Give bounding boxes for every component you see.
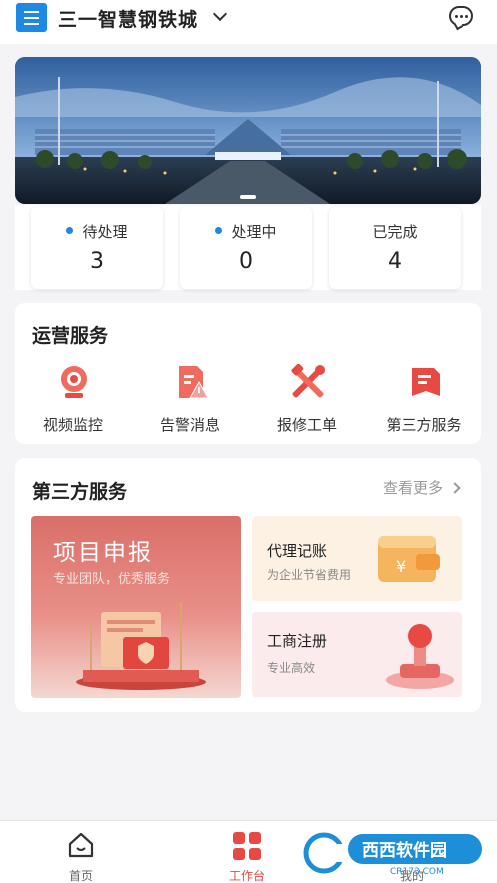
document-icon: [412, 368, 440, 396]
camera-icon: [61, 366, 87, 398]
service-label: 告警消息: [159, 416, 220, 434]
service-third-party[interactable]: 第三方服务: [369, 364, 479, 434]
ticket-stats: 待处理 3 处理中 0 已完成 4: [15, 205, 481, 290]
chevron-right-icon: [449, 482, 461, 494]
watermark-url: CR173.COM: [390, 867, 444, 876]
third-party-card: 第三方服务 查看更多 项目申报 专业团队，优秀服务 代理记账 为企业节省费用 ¥…: [15, 458, 481, 712]
banner-image: [15, 57, 481, 204]
tile-title: 项目申报: [53, 540, 153, 566]
certificate-illustration: [76, 602, 206, 690]
stat-label: 待处理: [82, 223, 128, 241]
service-alert[interactable]: 告警消息: [135, 364, 245, 434]
stat-value: 3: [90, 249, 104, 274]
banner-carousel[interactable]: [15, 57, 481, 204]
watermark: 西西软件园 CR173.COM: [302, 830, 484, 877]
tile-subtitle: 为企业节省费用: [267, 568, 352, 582]
service-label: 视频监控: [42, 416, 103, 434]
tab-label: 工作台: [228, 869, 265, 883]
tile-title: 代理记账: [267, 542, 328, 560]
stamp-icon: [386, 624, 454, 689]
stat-value: 4: [388, 249, 402, 274]
business-registration-tile[interactable]: 工商注册 专业高效: [252, 612, 462, 697]
tab-workbench[interactable]: 工作台: [197, 821, 297, 883]
bookkeeping-tile[interactable]: 代理记账 为企业节省费用 ¥: [252, 516, 462, 601]
chat-icon[interactable]: [449, 6, 473, 26]
chevron-down-icon[interactable]: [212, 6, 228, 22]
status-dot: [215, 227, 223, 234]
service-label: 报修工单: [276, 416, 337, 434]
service-repair[interactable]: 报修工单: [252, 364, 362, 434]
view-more-link[interactable]: 查看更多: [382, 477, 461, 498]
section-title: 第三方服务: [32, 481, 128, 503]
home-icon: [68, 832, 94, 858]
status-dot: [66, 227, 74, 234]
stat-value: 0: [239, 249, 253, 274]
tile-title: 工商注册: [267, 632, 328, 650]
tab-label: 首页: [68, 869, 93, 883]
tab-home[interactable]: 首页: [31, 821, 131, 883]
tile-subtitle: 专业团队，优秀服务: [53, 572, 171, 587]
tile-subtitle: 专业高效: [267, 661, 316, 675]
grid-icon: [233, 832, 261, 860]
repair-icon: [291, 364, 325, 398]
service-video-monitor[interactable]: 视频监控: [18, 364, 128, 434]
view-more-label: 查看更多: [382, 479, 443, 497]
project-application-tile[interactable]: 项目申报 专业团队，优秀服务: [31, 516, 241, 698]
stat-pending[interactable]: 待处理 3: [31, 207, 163, 289]
stat-label: 已完成: [372, 223, 418, 241]
top-bar: 三一智慧钢铁城: [0, 0, 497, 44]
operations-card: 运营服务 视频监控 告警消息 报修工单 第三方服务: [15, 303, 481, 444]
section-title: 运营服务: [32, 325, 109, 347]
stat-label: 处理中: [231, 223, 277, 241]
stat-processing[interactable]: 处理中 0: [180, 207, 312, 289]
menu-icon[interactable]: [16, 3, 47, 32]
watermark-logo: 西西软件园 CR173.COM: [303, 832, 482, 877]
service-label: 第三方服务: [386, 416, 462, 434]
app-title[interactable]: 三一智慧钢铁城: [58, 5, 198, 32]
svg-text:¥: ¥: [396, 557, 406, 576]
stat-completed[interactable]: 已完成 4: [329, 207, 461, 289]
wallet-icon: ¥: [378, 536, 440, 582]
alert-icon: [179, 366, 209, 399]
watermark-text: 西西软件园: [362, 840, 447, 861]
